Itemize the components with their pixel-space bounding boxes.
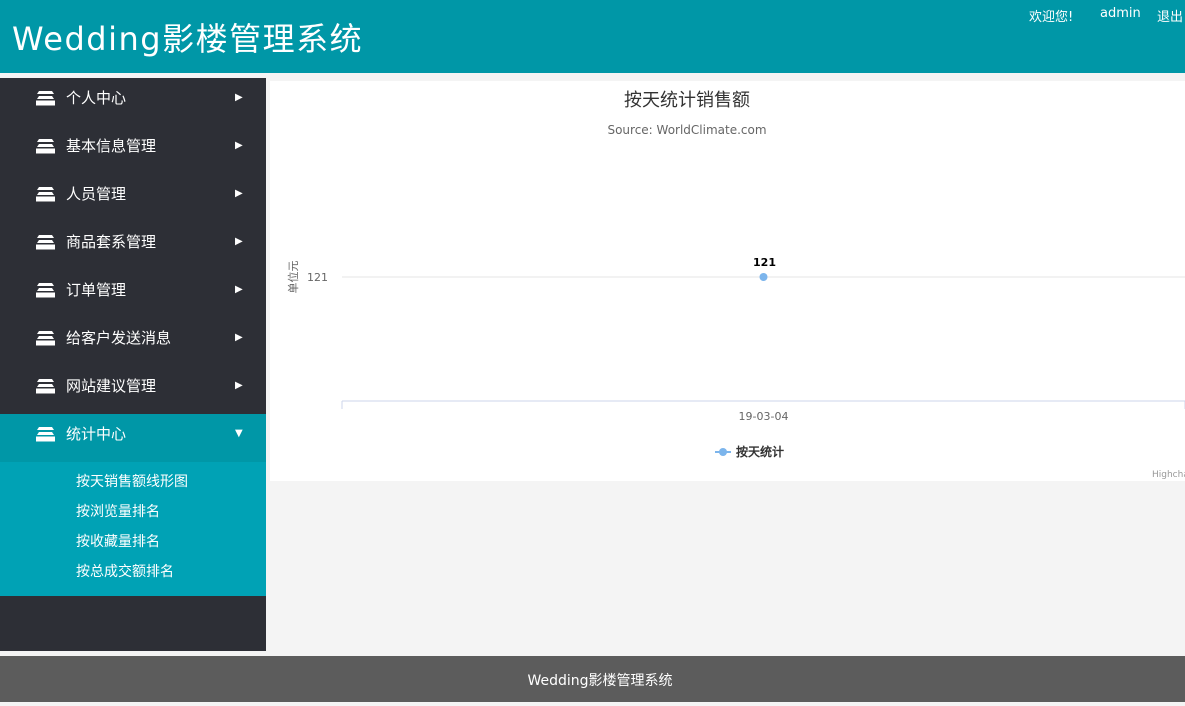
username-link[interactable]: admin [1100, 6, 1141, 21]
legend-label: 按天统计 [736, 444, 784, 459]
sidebar-item-personal[interactable]: 个人中心 ▶ [0, 78, 266, 126]
submenu-item[interactable]: 按总成交额排名 [0, 560, 266, 590]
chart-subtitle: Source: WorldClimate.com [607, 123, 766, 137]
footer-text: Wedding影楼管理系统 [527, 673, 673, 689]
sidebar-item-label: 统计中心 [66, 425, 127, 443]
sidebar-item-label: 订单管理 [66, 281, 127, 299]
chart-credits[interactable]: Highcharts.com [1152, 470, 1185, 480]
sidebar-item-suggestions[interactable]: 网站建议管理 ▶ [0, 366, 266, 414]
sidebar-item-label: 基本信息管理 [66, 137, 157, 155]
user-area: 欢迎您! admin 退出 [1005, 6, 1185, 24]
sidebar-item-stats[interactable]: 统计中心 ▼ [0, 414, 266, 462]
stack-icon [35, 330, 56, 347]
sidebar-item-staff[interactable]: 人员管理 ▶ [0, 174, 266, 222]
caret-right-icon: ▶ [235, 284, 243, 295]
sidebar-item-label: 个人中心 [66, 89, 127, 107]
stack-icon [35, 234, 56, 251]
stack-icon [35, 186, 56, 203]
caret-right-icon: ▶ [235, 140, 243, 151]
chart-panel: 按天统计销售额 Source: WorldClimate.com 单位元 Hig… [270, 81, 1185, 481]
sidebar: 个人中心 ▶ 基本信息管理 ▶ 人员管理 ▶ 商品套系管理 ▶ 订单管理 ▶ 给客户发送消息 ▶ 网站建… [0, 78, 266, 651]
sidebar-item-messages[interactable]: 给客户发送消息 ▶ [0, 318, 266, 366]
sidebar-menu: 个人中心 ▶ 基本信息管理 ▶ 人员管理 ▶ 商品套系管理 ▶ 订单管理 ▶ 给客户发送消息 ▶ 网站建… [0, 78, 266, 596]
submenu-item[interactable]: 按浏览量排名 [0, 500, 266, 530]
submenu-item[interactable]: 按收藏量排名 [0, 530, 266, 560]
y-tick-label: 121 [307, 271, 328, 284]
sidebar-item-orders[interactable]: 订单管理 ▶ [0, 270, 266, 318]
stack-icon [35, 282, 56, 299]
sidebar-item-basic-info[interactable]: 基本信息管理 ▶ [0, 126, 266, 174]
caret-right-icon: ▶ [235, 380, 243, 391]
stack-icon [35, 426, 56, 443]
caret-right-icon: ▶ [235, 236, 243, 247]
footer: Wedding影楼管理系统 [0, 656, 1185, 702]
logout-link[interactable]: 退出 [1157, 6, 1183, 24]
caret-down-icon: ▼ [235, 428, 243, 439]
stack-icon [35, 378, 56, 395]
caret-right-icon: ▶ [235, 92, 243, 103]
sidebar-item-label: 给客户发送消息 [66, 329, 172, 347]
data-label: 121 [753, 256, 776, 269]
submenu-item[interactable]: 按天销售额线形图 [0, 470, 266, 500]
line-chart: 按天统计销售额 Source: WorldClimate.com 单位元 Hig… [286, 90, 1185, 480]
legend-marker-icon [719, 448, 727, 456]
stack-icon [35, 90, 56, 107]
y-axis-label: 单位元 [286, 261, 300, 294]
sidebar-item-label: 网站建议管理 [66, 377, 157, 395]
chart-title: 按天统计销售额 [624, 90, 750, 111]
sidebar-item-label: 商品套系管理 [66, 233, 157, 251]
caret-right-icon: ▶ [235, 188, 243, 199]
legend-item[interactable]: 按天统计 [715, 444, 784, 459]
sidebar-item-packages[interactable]: 商品套系管理 ▶ [0, 222, 266, 270]
sidebar-item-label: 人员管理 [66, 185, 127, 203]
data-point[interactable] [759, 273, 768, 281]
app-title: Wedding影楼管理系统 [12, 20, 364, 58]
sidebar-submenu: 按天销售额线形图 按浏览量排名 按收藏量排名 按总成交额排名 [0, 462, 266, 596]
top-header: Wedding影楼管理系统 欢迎您! admin 退出 [0, 0, 1185, 73]
caret-right-icon: ▶ [235, 332, 243, 343]
x-tick-label: 19-03-04 [739, 410, 789, 423]
welcome-text: 欢迎您! [1029, 10, 1074, 24]
stack-icon [35, 138, 56, 155]
